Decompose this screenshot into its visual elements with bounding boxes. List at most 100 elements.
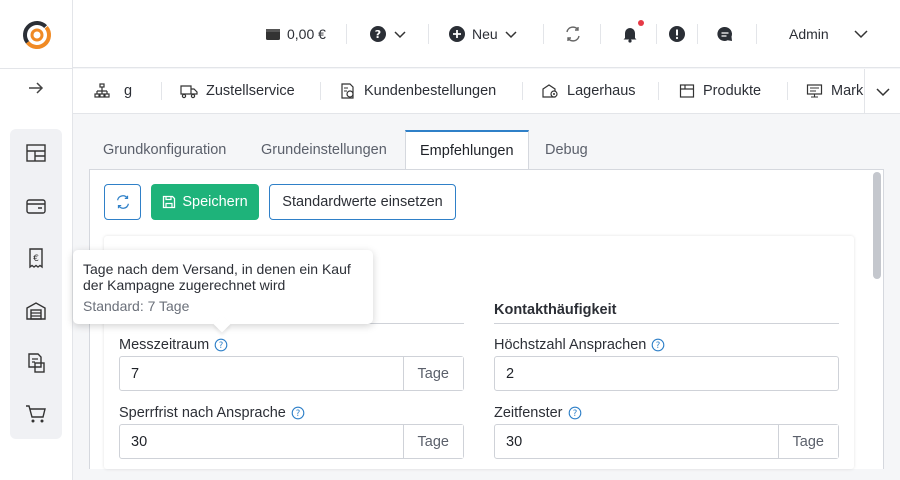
- warehouse-gear-icon: [542, 84, 558, 98]
- plus-circle-icon: [449, 26, 465, 42]
- module-tab-label: Mark: [831, 83, 864, 99]
- tab-debug[interactable]: Debug: [531, 130, 602, 169]
- notifications-button[interactable]: [621, 24, 639, 44]
- module-tab-produkte[interactable]: Produkte: [679, 81, 761, 101]
- module-tab-label: Lagerhaus: [567, 83, 636, 99]
- left-sidebar: €: [0, 0, 73, 480]
- field-label: Sperrfrist nach Ansprache: [119, 405, 286, 421]
- set-defaults-button[interactable]: Standardwerte einsetzen: [269, 184, 456, 220]
- unit-addon: Tage: [402, 425, 463, 458]
- module-tabs: g Zustellservice Kundenbestellungen Lage…: [73, 69, 900, 114]
- chevron-down-icon: [875, 87, 890, 96]
- help-icon[interactable]: ?: [291, 406, 305, 420]
- module-divider: [320, 82, 321, 100]
- sidebar-nav: €: [10, 129, 62, 439]
- header-divider: [346, 24, 347, 44]
- more-modules-button[interactable]: [864, 69, 900, 113]
- tab-label: Grundeinstellungen: [261, 141, 387, 158]
- svg-text:?: ?: [656, 341, 661, 351]
- module-tab-label: Kundenbestellungen: [364, 83, 497, 99]
- expand-sidebar-arrow-icon[interactable]: [26, 78, 46, 98]
- wallet-icon: [266, 29, 280, 40]
- balance-display[interactable]: 0,00 €: [265, 24, 326, 44]
- module-tab-label: Produkte: [703, 83, 762, 99]
- svg-text:?: ?: [572, 409, 577, 419]
- field-label: Zeitfenster: [494, 405, 563, 421]
- svg-text:?: ?: [375, 28, 381, 41]
- alerts-button[interactable]: [668, 24, 686, 44]
- help-icon[interactable]: ?: [214, 338, 228, 352]
- shopping-cart-icon[interactable]: [24, 402, 48, 426]
- new-menu-button[interactable]: Neu: [448, 24, 518, 44]
- tab-grundeinstellungen[interactable]: Grundeinstellungen: [247, 130, 401, 169]
- hoechstzahl-input[interactable]: [495, 357, 838, 390]
- messages-button[interactable]: [716, 24, 734, 44]
- user-menu[interactable]: Admin: [789, 24, 869, 44]
- chevron-down-icon: [854, 30, 868, 39]
- scrollbar-thumb[interactable]: [873, 172, 881, 279]
- wallet-icon[interactable]: [24, 194, 48, 218]
- save-button[interactable]: Speichern: [151, 184, 259, 220]
- sync-button[interactable]: [563, 24, 583, 44]
- sidebar-divider: [0, 68, 73, 69]
- header-divider: [756, 24, 757, 44]
- product-box-icon: [679, 84, 695, 98]
- module-tab-zustellservice[interactable]: Zustellservice: [180, 81, 295, 101]
- dashboard-icon[interactable]: [24, 141, 48, 165]
- module-tab-kundenbestellungen[interactable]: Kundenbestellungen: [340, 81, 496, 101]
- module-divider: [787, 82, 788, 100]
- header-divider: [697, 24, 698, 44]
- messzeitraum-input-group: Tage: [119, 356, 464, 391]
- module-divider: [658, 82, 659, 100]
- help-icon[interactable]: ?: [568, 406, 582, 420]
- module-tab-label: g: [124, 83, 133, 99]
- section-divider: [494, 323, 839, 324]
- order-document-icon: [341, 83, 354, 99]
- section-title-kontakthaeufigkeit: Kontakthäufigkeit: [494, 302, 617, 318]
- euro-receipt-icon[interactable]: €: [24, 246, 48, 270]
- save-disk-icon: [163, 195, 176, 209]
- set-defaults-label: Standardwerte einsetzen: [282, 194, 443, 210]
- new-label: Neu: [472, 26, 498, 42]
- warehouse-icon[interactable]: [24, 299, 48, 323]
- svg-text:€: €: [33, 254, 39, 264]
- module-tab-label: Zustellservice: [206, 83, 295, 99]
- messzeitraum-input[interactable]: [120, 357, 403, 390]
- module-divider: [522, 82, 523, 100]
- sitemap-icon: [94, 83, 110, 98]
- svg-text:?: ?: [219, 341, 224, 351]
- bell-icon: [623, 28, 637, 43]
- zeitfenster-input[interactable]: [495, 425, 778, 458]
- module-tab-partial[interactable]: g: [94, 81, 132, 101]
- sperrfrist-label: Sperrfrist nach Ansprache ?: [119, 404, 305, 422]
- sperrfrist-input-group: Tage: [119, 424, 464, 459]
- refresh-icon: [116, 195, 129, 209]
- alert-exclamation-icon: [669, 26, 685, 42]
- help-tooltip: Tage nach dem Versand, in denen ein Kauf…: [73, 250, 373, 333]
- svg-text:?: ?: [296, 409, 301, 419]
- field-label: Höchstzahl Ansprachen: [494, 337, 647, 353]
- tooltip-default-value: Standard: 7 Tage: [83, 298, 190, 314]
- tab-empfehlungen[interactable]: Empfehlungen: [405, 130, 529, 170]
- module-tab-partial-end[interactable]: Mark: [806, 81, 863, 101]
- header-divider: [656, 24, 657, 44]
- help-menu[interactable]: ?: [369, 24, 407, 44]
- chevron-down-icon: [505, 31, 517, 39]
- sperrfrist-input[interactable]: [120, 425, 403, 458]
- user-name: Admin: [789, 26, 829, 42]
- unit-addon: Tage: [402, 357, 463, 390]
- module-tab-lagerhaus[interactable]: Lagerhaus: [542, 81, 636, 101]
- field-label: Messzeitraum: [119, 337, 210, 353]
- chevron-down-icon: [394, 31, 406, 39]
- delivery-truck-icon: [180, 85, 198, 99]
- tab-label: Grundkonfiguration: [103, 141, 227, 158]
- help-icon[interactable]: ?: [651, 338, 665, 352]
- app-logo-icon[interactable]: [22, 20, 52, 50]
- tab-grundkonfiguration[interactable]: Grundkonfiguration: [89, 130, 240, 169]
- refresh-button[interactable]: [104, 184, 141, 220]
- tooltip-text: Tage nach dem Versand, in denen ein Kauf…: [83, 261, 351, 293]
- zeitfenster-input-group: Tage: [494, 424, 839, 459]
- sync-icon: [566, 26, 580, 42]
- zeitfenster-label: Zeitfenster ?: [494, 404, 582, 422]
- documents-icon[interactable]: [24, 351, 48, 375]
